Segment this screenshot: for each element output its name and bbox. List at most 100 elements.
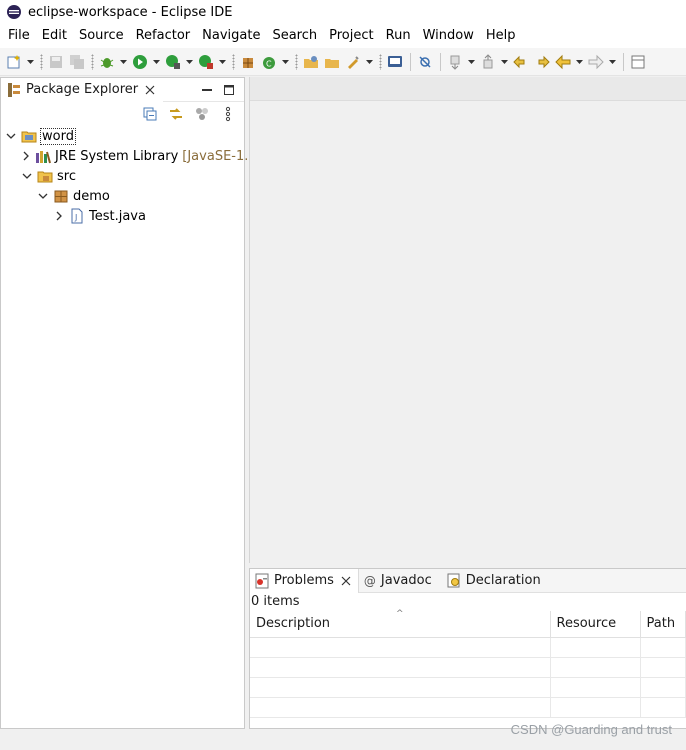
search-tool-icon[interactable] [343,52,363,72]
next-annotation-dropdown-icon[interactable] [466,52,476,72]
tree-item-src[interactable]: src [1,166,244,186]
column-resource[interactable]: Resource [550,611,641,638]
editor-tab-strip [250,77,686,101]
filters-icon[interactable] [192,104,212,124]
open-folder-icon[interactable] [322,52,342,72]
tree-item-project[interactable]: word [1,126,244,146]
chevron-right-icon[interactable] [21,150,31,162]
save-icon[interactable] [46,52,66,72]
forward-dropdown-icon[interactable] [607,52,617,72]
tab-javadoc[interactable]: @ Javadoc [359,569,442,593]
tree-item-file[interactable]: J Test.java [1,206,244,226]
open-type-icon[interactable] [301,52,321,72]
window-titlebar: eclipse-workspace - Eclipse IDE [0,0,686,24]
menu-navigate[interactable]: Navigate [196,24,266,48]
new-java-package-icon[interactable] [238,52,258,72]
jre-library-label: JRE System Library [55,148,179,164]
tab-declaration[interactable]: Declaration [442,569,551,593]
new-java-class-icon[interactable]: C [259,52,279,72]
toolbar-grip [91,53,94,70]
menu-run[interactable]: Run [380,24,417,48]
window-title: eclipse-workspace - Eclipse IDE [28,4,233,20]
toolbar-grip [40,53,43,70]
problems-panel: Problems @ Javadoc Declaration 0 items ^… [249,568,686,729]
table-row [250,677,686,698]
terminal-icon[interactable] [385,52,405,72]
toggle-breadcrumb-icon[interactable] [415,52,435,72]
minimize-icon[interactable] [198,81,216,99]
panel-controls [194,81,238,99]
external-tools-dropdown-icon[interactable] [217,52,227,72]
toolbar-grip [232,53,235,70]
run-icon[interactable] [130,52,150,72]
close-icon[interactable] [339,574,353,588]
save-all-icon[interactable] [67,52,87,72]
tab-problems[interactable]: Problems [250,568,359,593]
menu-project[interactable]: Project [323,24,379,48]
next-annotation-icon[interactable] [445,52,465,72]
menu-window[interactable]: Window [417,24,480,48]
source-folder-icon [37,168,53,184]
menu-edit[interactable]: Edit [36,24,73,48]
collapse-all-icon[interactable] [140,104,160,124]
new-dropdown-icon[interactable] [25,52,35,72]
java-file-icon: J [69,208,85,224]
bottom-tabbar: Problems @ Javadoc Declaration [250,568,686,593]
menu-source[interactable]: Source [73,24,130,48]
table-row [250,657,686,678]
menu-bar: File Edit Source Refactor Navigate Searc… [0,24,686,48]
column-description[interactable]: ^ Description [250,609,551,638]
run-dropdown-icon[interactable] [151,52,161,72]
prev-annotation-dropdown-icon[interactable] [499,52,509,72]
table-header-row: ^ Description Resource Path [250,609,686,638]
maximize-icon[interactable] [220,81,238,99]
chevron-right-icon[interactable] [53,210,65,222]
new-icon[interactable] [4,52,24,72]
debug-icon[interactable] [97,52,117,72]
search-dropdown-icon[interactable] [364,52,374,72]
back-icon[interactable] [553,52,573,72]
coverage-dropdown-icon[interactable] [184,52,194,72]
library-icon [35,148,51,164]
problems-tab-label: Problems [274,573,334,588]
problems-table: ^ Description Resource Path [250,609,686,718]
menu-search[interactable]: Search [266,24,323,48]
svg-text:C: C [266,59,272,68]
package-icon [53,188,69,204]
column-path-label: Path [646,616,676,632]
menu-help[interactable]: Help [480,24,522,48]
items-count: 0 items [251,594,300,609]
toolbar-grip [295,53,298,70]
table-row [250,637,686,658]
forward-icon[interactable] [586,52,606,72]
debug-dropdown-icon[interactable] [118,52,128,72]
column-path[interactable]: Path [640,611,686,638]
package-explorer-icon [8,82,20,97]
chevron-down-icon[interactable] [21,170,33,182]
project-name: word [40,127,76,145]
view-menu-icon[interactable] [218,104,238,124]
link-with-editor-icon[interactable] [166,104,186,124]
menu-file[interactable]: File [2,24,36,48]
package-explorer-tab-label: Package Explorer [26,82,139,97]
tree-item-package[interactable]: demo [1,186,244,206]
back-dropdown-icon[interactable] [574,52,584,72]
chevron-down-icon[interactable] [37,190,49,202]
column-description-label: Description [256,616,331,632]
open-perspective-icon[interactable] [628,52,648,72]
prev-annotation-icon[interactable] [478,52,498,72]
main-toolbar: C [0,48,686,76]
declaration-icon [447,573,460,587]
new-class-dropdown-icon[interactable] [280,52,290,72]
eclipse-app-icon [7,5,21,19]
last-edit-location-icon[interactable] [511,52,531,72]
tree-item-jre[interactable]: JRE System Library [JavaSE-1.8] [1,146,262,166]
external-tools-icon[interactable] [196,52,216,72]
close-icon[interactable] [143,83,157,97]
edit-location-forward-icon[interactable] [532,52,552,72]
editor-area[interactable] [249,77,686,563]
coverage-icon[interactable] [163,52,183,72]
chevron-down-icon[interactable] [5,130,17,142]
menu-refactor[interactable]: Refactor [130,24,197,48]
tab-package-explorer[interactable]: Package Explorer [1,77,164,102]
